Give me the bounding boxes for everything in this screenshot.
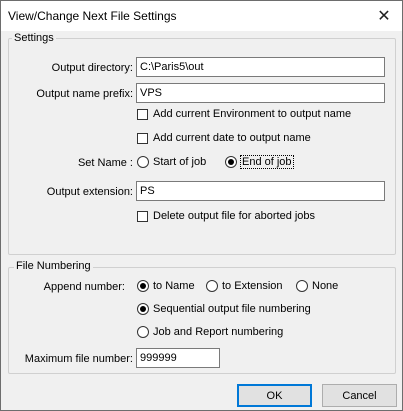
radio-unselected-icon	[206, 280, 218, 292]
radio-selected-icon	[137, 303, 149, 315]
sequential-numbering-label: Sequential output file numbering	[153, 303, 311, 315]
delete-output-label: Delete output file for aborted jobs	[153, 210, 316, 222]
radio-selected-icon	[225, 156, 237, 168]
to-name-label: to Name	[153, 280, 195, 292]
close-button[interactable]: ✕	[366, 1, 402, 31]
append-none-radio[interactable]: None	[296, 280, 338, 292]
job-report-numbering-radio[interactable]: Job and Report numbering	[137, 326, 283, 338]
checkbox-box	[137, 210, 148, 222]
cancel-button[interactable]: Cancel	[322, 384, 397, 407]
delete-output-checkbox[interactable]: Delete output file for aborted jobs	[137, 210, 315, 222]
start-of-job-label: Start of job	[153, 156, 207, 168]
max-file-number-input[interactable]: 999999	[136, 348, 220, 368]
set-name-end-of-job-radio[interactable]: End of job	[225, 155, 294, 169]
file-numbering-legend: File Numbering	[14, 260, 93, 272]
radio-unselected-icon	[296, 280, 308, 292]
output-directory-label: Output directory:	[51, 62, 133, 74]
append-to-extension-radio[interactable]: to Extension	[206, 280, 283, 292]
output-extension-label: Output extension:	[46, 186, 133, 198]
set-name-start-of-job-radio[interactable]: Start of job	[137, 156, 206, 168]
checkbox-box	[137, 132, 148, 144]
add-date-checkbox[interactable]: Add current date to output name	[137, 132, 311, 144]
set-name-label: Set Name :	[77, 157, 133, 169]
add-date-label: Add current date to output name	[153, 132, 311, 144]
checkbox-box	[137, 108, 148, 120]
radio-unselected-icon	[137, 156, 149, 168]
window-title: View/Change Next File Settings	[8, 9, 177, 23]
radio-unselected-icon	[137, 326, 149, 338]
output-name-prefix-label: Output name prefix:	[36, 88, 133, 100]
to-extension-label: to Extension	[222, 280, 283, 292]
settings-legend: Settings	[12, 32, 56, 44]
radio-selected-icon	[137, 280, 149, 292]
append-to-name-radio[interactable]: to Name	[137, 280, 195, 292]
add-environment-label: Add current Environment to output name	[153, 108, 352, 120]
output-directory-input[interactable]: C:\Paris5\out	[136, 57, 385, 77]
output-name-prefix-input[interactable]: VPS	[136, 83, 385, 103]
dialog-window: View/Change Next File Settings ✕ Setting…	[0, 0, 403, 411]
ok-button[interactable]: OK	[237, 384, 312, 407]
none-label: None	[312, 280, 339, 292]
job-report-numbering-label: Job and Report numbering	[153, 326, 284, 338]
close-icon: ✕	[377, 8, 391, 25]
output-extension-input[interactable]: PS	[136, 181, 385, 201]
append-number-label: Append number:	[43, 281, 125, 293]
end-of-job-label: End of job	[240, 155, 294, 169]
max-file-number-label: Maximum file number:	[24, 353, 133, 365]
title-bar: View/Change Next File Settings ✕	[1, 1, 402, 31]
sequential-numbering-radio[interactable]: Sequential output file numbering	[137, 303, 311, 315]
add-environment-checkbox[interactable]: Add current Environment to output name	[137, 108, 351, 120]
